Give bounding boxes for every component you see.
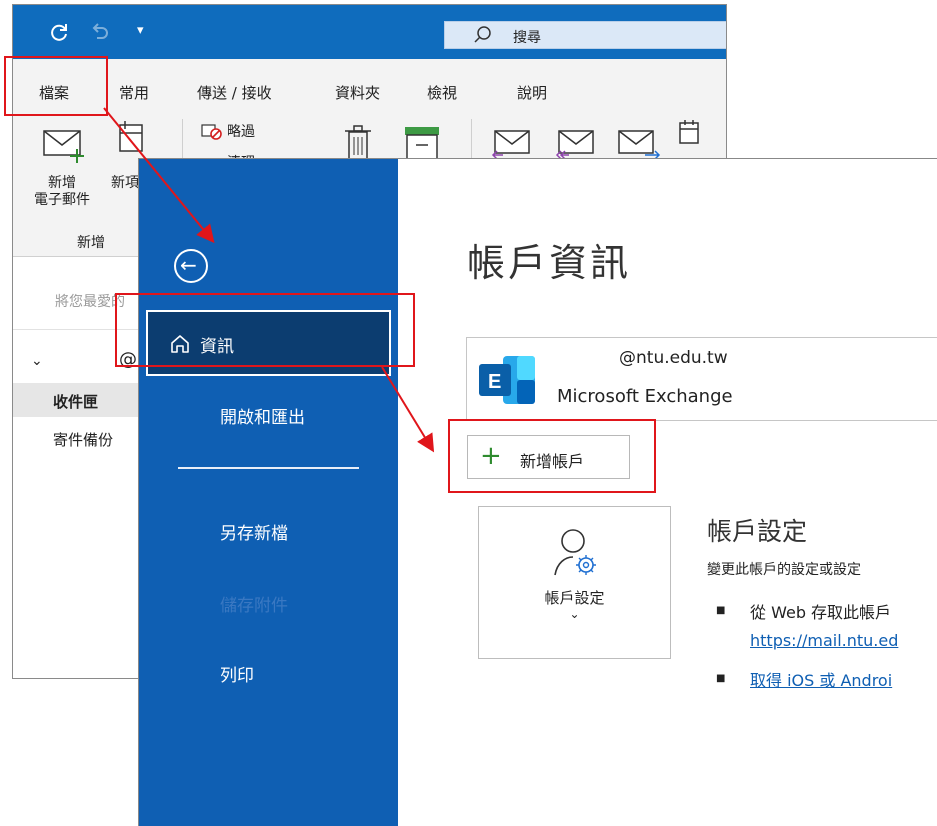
back-button[interactable]: ← (174, 249, 208, 283)
svg-text:E: E (488, 371, 501, 393)
page-title: 帳戶資訊 (467, 241, 632, 285)
nav-label-info: 資訊 (200, 337, 234, 357)
backstage-content: 帳戶資訊 E @ntu.edu.tw Microsoft Exchange + … (398, 159, 937, 826)
tab-file[interactable]: 檔案 (39, 82, 69, 103)
exchange-logo-icon: E (473, 352, 537, 412)
web-access-text: 從 Web 存取此帳戶 (750, 603, 892, 622)
account-settings-tile-label: 帳戶設定 (544, 589, 605, 607)
new-items-icon[interactable] (117, 119, 143, 163)
ignore-button[interactable]: 略過 (227, 124, 255, 141)
user-settings-icon (553, 525, 601, 585)
new-email-label-2: 電子郵件 (34, 192, 90, 208)
folder-inbox[interactable]: 收件匣 (53, 391, 98, 412)
nav-label-save-as: 另存新檔 (220, 524, 288, 544)
nav-item-print[interactable]: 列印 (146, 641, 391, 707)
backstage-nav: ← 資訊 開啟和匯出 另存新檔 儲存附件 列印 (139, 159, 398, 826)
group-new-label: 新增 (77, 235, 105, 251)
sync-icon[interactable] (49, 22, 69, 46)
tab-folder[interactable]: 資料夾 (335, 82, 380, 103)
nav-label-print: 列印 (220, 666, 254, 686)
tab-help[interactable]: 說明 (517, 82, 547, 103)
new-email-button[interactable]: 新增 電子郵件 (31, 175, 93, 209)
account-settings-description: 變更此帳戶的設定或設定 (707, 562, 861, 578)
search-input[interactable]: 搜尋 (444, 21, 726, 49)
nav-divider (178, 467, 359, 469)
search-placeholder: 搜尋 (513, 30, 541, 46)
nav-item-save-as[interactable]: 另存新檔 (146, 499, 391, 565)
chevron-down-icon[interactable]: ⌄ (31, 353, 43, 369)
plus-icon: + (480, 441, 502, 471)
ignore-icon (201, 123, 223, 145)
tab-view[interactable]: 檢視 (427, 82, 457, 103)
meeting-icon[interactable] (677, 119, 701, 153)
account-type: Microsoft Exchange (557, 386, 733, 407)
account-node[interactable]: @ (119, 349, 137, 370)
account-settings-button[interactable]: 帳戶設定 ⌄ (478, 506, 671, 659)
folder-sent[interactable]: 寄件備份 (53, 429, 113, 450)
bullet-icon: ■ (716, 673, 726, 684)
title-bar: ▾ 搜尋 (13, 5, 726, 59)
nav-label-save-attachments: 儲存附件 (220, 596, 288, 616)
new-email-icon[interactable] (41, 125, 91, 167)
home-icon (170, 334, 190, 359)
nav-item-open-export[interactable]: 開啟和匯出 (146, 383, 391, 449)
account-selector[interactable]: E @ntu.edu.tw Microsoft Exchange (466, 337, 937, 421)
mobile-app-link[interactable]: 取得 iOS 或 Androi (750, 667, 892, 691)
nav-item-info[interactable]: 資訊 (146, 310, 391, 376)
tab-send-receive[interactable]: 傳送 / 接收 (197, 82, 272, 103)
add-account-label: 新增帳戶 (520, 452, 585, 471)
chevron-down-icon: ⌄ (569, 607, 580, 621)
tab-home[interactable]: 常用 (119, 82, 150, 111)
undo-icon[interactable] (91, 22, 109, 44)
arrow-left-icon: ← (180, 253, 197, 277)
bullet-icon: ■ (716, 605, 726, 616)
nav-label-open-export: 開啟和匯出 (220, 408, 305, 428)
new-email-label-1: 新增 (48, 175, 76, 191)
nav-item-save-attachments: 儲存附件 (146, 571, 391, 637)
favorites-hint: 將您最愛的 (55, 294, 125, 310)
customize-toolbar-icon[interactable]: ▾ (137, 22, 144, 40)
backstage-view: ← 資訊 開啟和匯出 另存新檔 儲存附件 列印 帳戶資訊 E @ntu.edu.… (138, 158, 937, 826)
add-account-button[interactable]: + 新增帳戶 (467, 435, 630, 479)
ribbon-tabs: 檔案 常用 傳送 / 接收 資料夾 檢視 說明 (13, 59, 726, 111)
web-access-link[interactable]: https://mail.ntu.ed (750, 631, 898, 650)
search-icon (473, 25, 493, 49)
account-settings-heading: 帳戶設定 (707, 517, 808, 546)
new-items-button[interactable]: 新項 (111, 175, 139, 192)
account-email: @ntu.edu.tw (619, 348, 728, 368)
